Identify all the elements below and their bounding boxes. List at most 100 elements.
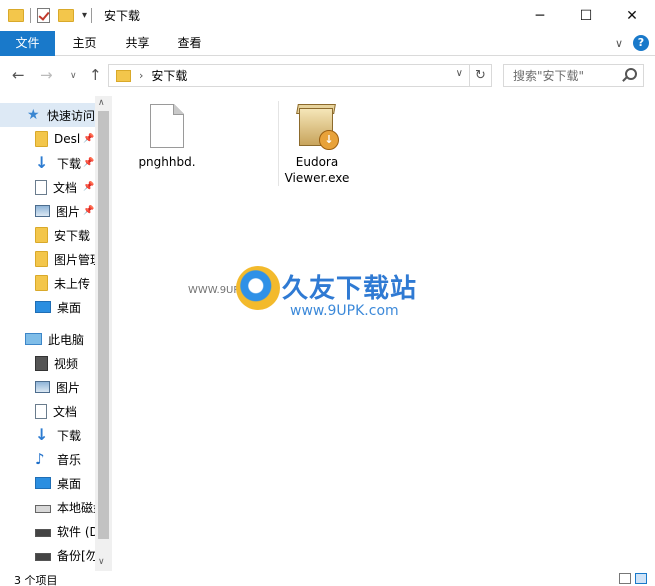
properties-icon[interactable] bbox=[37, 8, 50, 23]
sidebar-item-quick-access[interactable]: ★ 快速访问 bbox=[0, 103, 96, 127]
watermark-subtitle: www.9UPK.com bbox=[290, 303, 399, 319]
picture-icon bbox=[35, 205, 50, 217]
installer-icon: ↓ bbox=[295, 102, 339, 152]
sidebar-item-videos[interactable]: 视频 bbox=[0, 351, 96, 375]
sidebar-item-label: 备份[勿 bbox=[57, 548, 96, 563]
address-dropdown-icon[interactable]: ∨ bbox=[456, 68, 463, 79]
watermark-title: 久友下载站 bbox=[282, 274, 418, 304]
customize-toolbar-dropdown-icon[interactable]: ▾ bbox=[82, 10, 87, 21]
sidebar-item-label: 未上传 bbox=[54, 276, 91, 291]
help-icon[interactable]: ? bbox=[633, 35, 649, 51]
file-name-line1: Eudora bbox=[295, 155, 339, 169]
music-icon: ♪ bbox=[35, 450, 45, 468]
view-switcher bbox=[619, 573, 647, 584]
folder-icon bbox=[35, 131, 48, 147]
drive-icon bbox=[35, 505, 51, 513]
watermark: WWW.9UPK.COM 久友下载站 www.9UPK.com bbox=[188, 248, 441, 334]
tab-share[interactable]: 共享 bbox=[116, 31, 159, 56]
star-icon: ★ bbox=[27, 107, 40, 123]
sidebar-item-pictures-pinned[interactable]: 图片 📌 bbox=[0, 199, 96, 223]
sidebar-item-label: 桌面 bbox=[57, 300, 82, 315]
video-icon bbox=[35, 355, 48, 371]
back-arrow-icon[interactable]: ← bbox=[12, 66, 25, 84]
window-title: 安下载 bbox=[104, 9, 141, 23]
desktop-icon bbox=[35, 301, 51, 313]
sidebar-item-label: 桌面 bbox=[57, 476, 82, 491]
document-icon bbox=[35, 403, 47, 419]
file-name-line2: Viewer.exe bbox=[284, 171, 350, 185]
folder-icon bbox=[35, 227, 48, 243]
divider bbox=[91, 8, 93, 23]
file-name: pnghhbd. bbox=[138, 155, 196, 169]
minimize-button[interactable]: ─ bbox=[517, 0, 563, 31]
download-icon: ↓ bbox=[35, 153, 49, 172]
sidebar-item-picture-manager[interactable]: 图片管理 bbox=[0, 247, 96, 271]
sidebar-item-downloads-pinned[interactable]: ↓ 下载 📌 bbox=[0, 151, 96, 175]
watermark-logo-icon bbox=[236, 266, 280, 310]
folder-icon bbox=[8, 9, 24, 22]
sidebar-item-label: 安下载 bbox=[54, 228, 91, 243]
breadcrumb-current[interactable]: 安下载 bbox=[151, 67, 187, 84]
tab-view[interactable]: 查看 bbox=[168, 31, 211, 56]
search-input[interactable]: 搜索"安下载" bbox=[503, 64, 644, 87]
address-bar[interactable]: › 安下载 ∨ bbox=[108, 64, 470, 87]
sidebar-item-label: 图片 bbox=[56, 380, 81, 395]
sidebar-item-this-pc[interactable]: 此电脑 bbox=[0, 327, 96, 351]
sidebar-item-backup-drive[interactable]: 备份[勿 bbox=[0, 543, 96, 567]
drive-icon bbox=[35, 553, 51, 561]
new-folder-icon[interactable] bbox=[58, 9, 74, 22]
file-item[interactable]: ↓ Eudora Viewer.exe bbox=[277, 102, 357, 186]
item-count: 3 个项目 bbox=[14, 574, 58, 586]
sidebar-item-label: 图片 bbox=[56, 204, 81, 219]
sidebar-item-desktop-pinned[interactable]: Desl 📌 bbox=[0, 127, 96, 151]
folder-icon bbox=[35, 275, 48, 291]
scroll-down-arrow-icon[interactable]: ∨ bbox=[98, 557, 105, 567]
sidebar-item-label: 此电脑 bbox=[48, 332, 85, 347]
sidebar-item-desktop-pc[interactable]: 桌面 bbox=[0, 471, 96, 495]
sidebar-item-software-drive[interactable]: 软件 (D bbox=[0, 519, 96, 543]
divider bbox=[30, 8, 31, 23]
file-item[interactable]: pnghhbd. bbox=[127, 104, 207, 170]
scrollbar-thumb[interactable] bbox=[98, 111, 109, 539]
close-button[interactable]: ✕ bbox=[609, 0, 655, 31]
sidebar-item-local-disk[interactable]: 本地磁盘 bbox=[0, 495, 96, 519]
sidebar-item-label: 视频 bbox=[54, 356, 79, 371]
sidebar-item-label: 文档 bbox=[53, 404, 78, 419]
sidebar-item-desktop[interactable]: 桌面 bbox=[0, 295, 96, 319]
blank-file-icon bbox=[150, 104, 184, 148]
sidebar-item-documents[interactable]: 文档 bbox=[0, 399, 96, 423]
maximize-button[interactable]: ☐ bbox=[563, 0, 609, 31]
tab-file[interactable]: 文件 bbox=[0, 31, 55, 56]
sidebar-scrollbar[interactable]: ∧ ∨ bbox=[95, 96, 112, 571]
forward-arrow-icon[interactable]: → bbox=[40, 66, 53, 84]
scroll-up-arrow-icon[interactable]: ∧ bbox=[98, 98, 105, 108]
sidebar-item-music[interactable]: ♪ 音乐 bbox=[0, 447, 96, 471]
up-arrow-icon[interactable]: ↑ bbox=[89, 66, 102, 84]
sidebar-item-documents-pinned[interactable]: 文档 📌 bbox=[0, 175, 96, 199]
ribbon-right-controls: ∨ ? bbox=[615, 35, 649, 51]
sidebar-item-label: 快速访问 bbox=[47, 108, 96, 123]
sidebar-item-pictures[interactable]: 图片 bbox=[0, 375, 96, 399]
sidebar-item-anxiazai[interactable]: 安下载 bbox=[0, 223, 96, 247]
pin-icon: 📌 bbox=[83, 158, 95, 168]
sidebar-item-label: 下载 bbox=[57, 156, 82, 171]
quick-access-toolbar: ▾ bbox=[0, 0, 98, 31]
details-view-icon[interactable] bbox=[619, 573, 631, 584]
recent-locations-dropdown-icon[interactable]: ∨ bbox=[70, 71, 77, 81]
navigation-bar: ← → ∨ ↑ › 安下载 ∨ ↻ 搜索"安下载" bbox=[0, 57, 655, 95]
tab-home[interactable]: 主页 bbox=[63, 31, 106, 56]
sidebar-item-label: 下载 bbox=[57, 428, 82, 443]
search-placeholder: 搜索"安下载" bbox=[513, 69, 585, 83]
sidebar-item-downloads[interactable]: ↓ 下载 bbox=[0, 423, 96, 447]
refresh-button[interactable]: ↻ bbox=[470, 64, 492, 87]
breadcrumb-separator-icon[interactable]: › bbox=[139, 69, 143, 82]
sidebar-item-label: 音乐 bbox=[57, 452, 82, 467]
sidebar-item-not-uploaded[interactable]: 未上传 bbox=[0, 271, 96, 295]
folder-icon bbox=[35, 251, 48, 267]
large-icons-view-icon[interactable] bbox=[635, 573, 647, 584]
drive-icon bbox=[35, 529, 51, 537]
document-icon bbox=[35, 179, 47, 195]
pin-icon: 📌 bbox=[83, 182, 95, 192]
sidebar-item-label: 文档 bbox=[53, 180, 78, 195]
expand-ribbon-chevron-icon[interactable]: ∨ bbox=[615, 37, 623, 50]
